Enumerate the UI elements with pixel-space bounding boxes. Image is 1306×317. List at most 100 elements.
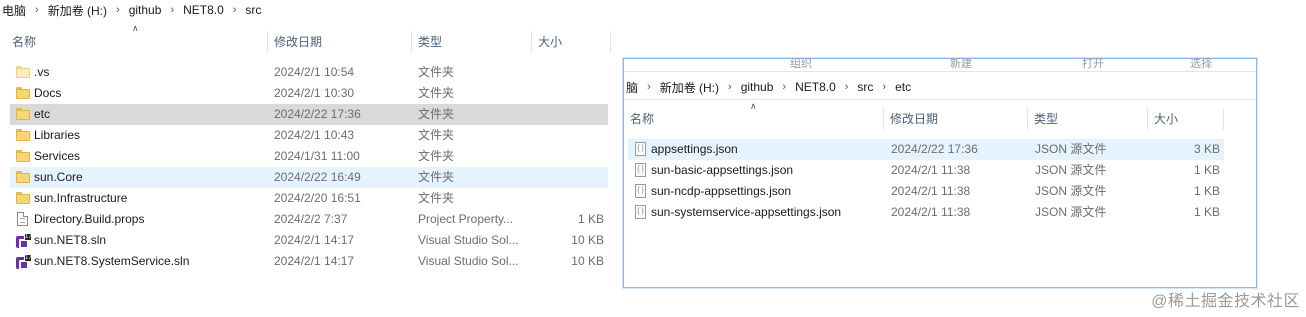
file-type: JSON 源文件 — [1035, 184, 1107, 198]
left-column-header: ∧ 名称 修改日期 类型 大小 — [6, 23, 611, 53]
breadcrumb-item[interactable]: src — [243, 3, 263, 17]
file-type: JSON 源文件 — [1035, 163, 1107, 177]
file-size: 1 KB — [577, 212, 604, 226]
file-type: 文件夹 — [418, 86, 455, 100]
file-row[interactable]: Services 2024/1/31 11:00 文件夹 — [10, 146, 608, 167]
breadcrumb-divider — [624, 99, 1256, 100]
json-file-icon: { } — [635, 205, 646, 219]
file-row[interactable]: Libraries 2024/2/1 10:43 文件夹 — [10, 125, 608, 146]
file-name: Docs — [34, 86, 62, 100]
chevron-right-icon[interactable]: › — [775, 81, 793, 93]
right-column-header: ∧ 名称 修改日期 类型 大小 — [624, 101, 1224, 130]
breadcrumb-item[interactable]: 电脑 — [0, 2, 28, 19]
file-type: Project Property... — [418, 212, 514, 226]
file-row[interactable]: { } sun-systemservice-appsettings.json 202… — [628, 202, 1224, 223]
file-row[interactable]: sun.Infrastructure 2024/2/20 16:51 文件夹 — [10, 188, 608, 209]
visual-studio-solution-icon: 17 — [16, 254, 32, 270]
file-type: 文件夹 — [418, 191, 455, 205]
file-size: 10 KB — [571, 233, 604, 247]
column-header-date[interactable]: 修改日期 — [884, 108, 1028, 130]
file-row[interactable]: { } sun-ncdp-appsettings.json 2024/2/1 11:… — [628, 181, 1224, 202]
watermark: @稀土掘金技术社区 — [1151, 293, 1300, 310]
column-header-size[interactable]: 大小 — [532, 31, 611, 53]
ribbon-new[interactable]: 新建 — [950, 55, 972, 71]
column-header-size[interactable]: 大小 — [1148, 108, 1224, 130]
file-name: sun.NET8.sln — [34, 233, 107, 247]
file-type: Visual Studio Sol... — [418, 254, 519, 268]
file-type: 文件夹 — [418, 107, 455, 121]
json-file-icon: { } — [635, 184, 646, 198]
breadcrumb-item[interactable]: 新加卷 (H:) — [46, 2, 109, 19]
file-row[interactable]: { } sun-basic-appsettings.json 2024/2/1 11… — [628, 160, 1224, 181]
chevron-right-icon[interactable]: › — [109, 4, 127, 16]
breadcrumb-item[interactable]: NET8.0 — [181, 3, 226, 17]
folder-icon — [16, 129, 30, 141]
file-name: Directory.Build.props — [34, 212, 145, 226]
file-size: 3 KB — [1193, 142, 1220, 156]
file-name: sun.NET8.SystemService.sln — [34, 254, 190, 268]
file-date: 2024/2/1 10:30 — [274, 86, 355, 100]
etc-explorer-window: 组织 新建 打开 选择 脑 › 新加卷 (H:) › github › NET8… — [623, 58, 1257, 288]
chevron-right-icon[interactable]: › — [838, 81, 856, 93]
breadcrumb-item[interactable]: etc — [893, 80, 913, 94]
file-size — [530, 83, 604, 104]
folder-light-icon — [16, 66, 30, 78]
file-type: 文件夹 — [418, 65, 455, 79]
column-header-date[interactable]: 修改日期 — [268, 31, 412, 53]
file-row[interactable]: 17 sun.NET8.sln 2024/2/1 14:17 Visual Studi… — [10, 230, 608, 251]
file-date: 2024/2/1 14:17 — [274, 254, 355, 268]
file-size: 1 KB — [1193, 184, 1220, 198]
file-row[interactable]: 17 sun.NET8.SystemService.sln 2024/2/1 14:… — [10, 251, 608, 272]
file-date: 2024/2/1 11:38 — [891, 184, 971, 198]
file-date: 2024/2/22 16:49 — [274, 170, 361, 184]
file-name: sun-systemservice-appsettings.json — [651, 205, 842, 219]
breadcrumb-item[interactable]: src — [855, 80, 875, 94]
ribbon-organize[interactable]: 组织 — [790, 55, 812, 71]
file-type: Visual Studio Sol... — [418, 233, 519, 247]
chevron-right-icon[interactable]: › — [163, 4, 181, 16]
document-icon — [17, 212, 28, 226]
file-size — [530, 188, 604, 209]
file-row[interactable]: Directory.Build.props 2024/2/2 7:37 Projec… — [10, 209, 608, 230]
visual-studio-solution-icon: 17 — [16, 233, 32, 249]
file-size: 10 KB — [571, 254, 604, 268]
file-date: 2024/2/1 10:43 — [274, 128, 355, 142]
folder-icon — [16, 171, 30, 183]
file-size — [530, 125, 604, 146]
file-type: JSON 源文件 — [1035, 142, 1107, 156]
file-size — [530, 104, 604, 125]
breadcrumb-item[interactable]: github — [127, 3, 164, 17]
file-row[interactable]: sun.Core 2024/2/22 16:49 文件夹 — [10, 167, 608, 188]
column-header-type[interactable]: 类型 — [1028, 108, 1148, 130]
breadcrumb-item[interactable]: 脑 — [624, 79, 640, 96]
ribbon-divider — [624, 71, 1256, 72]
chevron-right-icon[interactable]: › — [28, 4, 46, 16]
folder-icon — [16, 87, 30, 99]
left-breadcrumb: 电脑 › 新加卷 (H:) › github › NET8.0 › src — [0, 2, 263, 18]
file-size: 1 KB — [1193, 163, 1220, 177]
file-type: 文件夹 — [418, 128, 455, 142]
file-row[interactable]: .vs 2024/2/1 10:54 文件夹 — [10, 62, 608, 83]
file-row[interactable]: etc 2024/2/22 17:36 文件夹 — [10, 104, 608, 125]
file-name: etc — [34, 107, 51, 121]
file-name: appsettings.json — [651, 142, 738, 156]
breadcrumb-item[interactable]: github — [739, 80, 776, 94]
ribbon-open[interactable]: 打开 — [1082, 55, 1104, 71]
chevron-right-icon[interactable]: › — [226, 4, 244, 16]
ribbon-select[interactable]: 选择 — [1190, 55, 1212, 71]
file-date: 2024/2/1 14:17 — [274, 233, 355, 247]
folder-icon — [16, 192, 30, 204]
file-name: sun.Infrastructure — [34, 191, 128, 205]
file-date: 2024/2/1 10:54 — [274, 65, 355, 79]
file-row[interactable]: Docs 2024/2/1 10:30 文件夹 — [10, 83, 608, 104]
file-row[interactable]: { } appsettings.json 2024/2/22 17:36 JSON 源… — [628, 139, 1224, 160]
column-header-type[interactable]: 类型 — [412, 31, 532, 53]
column-header-name[interactable]: 名称 — [6, 31, 268, 53]
breadcrumb-item[interactable]: 新加卷 (H:) — [658, 79, 721, 96]
chevron-right-icon[interactable]: › — [875, 81, 893, 93]
column-header-name[interactable]: 名称 — [624, 108, 884, 130]
chevron-right-icon[interactable]: › — [640, 81, 658, 93]
file-name: .vs — [34, 65, 50, 79]
breadcrumb-item[interactable]: NET8.0 — [793, 80, 838, 94]
chevron-right-icon[interactable]: › — [721, 81, 739, 93]
